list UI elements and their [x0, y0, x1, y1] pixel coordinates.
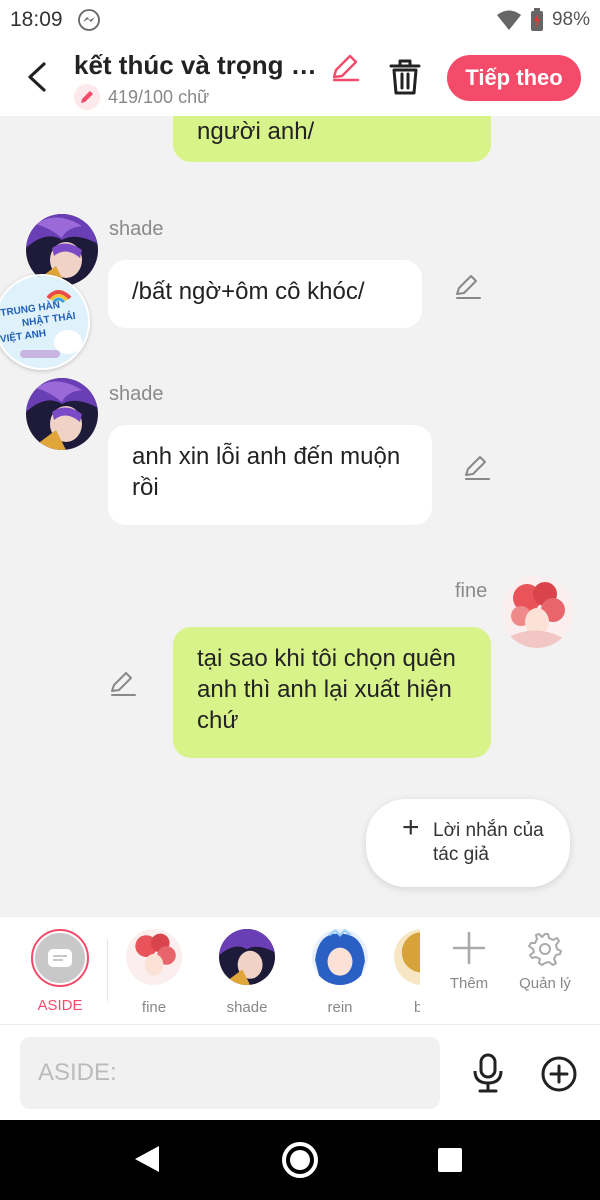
character-label: shade [226, 999, 268, 1016]
avatar-shade[interactable] [26, 378, 98, 450]
author-note-button[interactable]: + Lời nhắn của tác giả [366, 799, 570, 887]
word-count: 419/100 chữ [74, 84, 209, 110]
avatar-b [394, 929, 420, 985]
back-arrow-icon[interactable] [22, 60, 52, 94]
nav-recent-icon[interactable] [438, 1148, 462, 1172]
gear-icon [528, 933, 562, 966]
character-label: rein [327, 999, 353, 1016]
add-character-button[interactable]: Thêm [429, 931, 509, 992]
nav-home-icon[interactable] [280, 1140, 320, 1180]
message-bubble[interactable]: người anh/ [173, 116, 491, 162]
status-time: 18:09 [10, 8, 63, 31]
sender-name: shade [109, 218, 164, 240]
character-bar: ASIDE fine shade rein b Thêm Quản lý [0, 916, 600, 1024]
avatar-shade [219, 929, 275, 985]
character-b[interactable]: b [394, 929, 420, 1016]
message-text: người anh/ [197, 118, 315, 145]
message-text: anh xin lỗi anh đến muộn rồi [132, 443, 401, 501]
character-label: fine [141, 999, 167, 1016]
edit-icon[interactable] [454, 272, 482, 300]
navigation-bar [0, 1120, 600, 1200]
sender-name: shade [109, 383, 164, 405]
divider [107, 939, 108, 1001]
aside-icon [31, 929, 89, 987]
manage-button[interactable]: Quản lý [505, 931, 585, 992]
character-label: ASIDE [37, 997, 83, 1014]
message-input[interactable] [20, 1037, 440, 1109]
page-title[interactable]: kết thúc và trọng si… [74, 50, 326, 81]
avatar-fine[interactable] [501, 576, 573, 648]
edit-title-icon[interactable] [330, 52, 360, 82]
message-text: /bất ngờ+ôm cô khóc/ [132, 278, 365, 305]
input-area [0, 1024, 600, 1120]
messenger-icon [77, 9, 100, 31]
edit-icon[interactable] [463, 453, 491, 481]
message-text: tại sao khi tôi chọn quên anh thì anh lạ… [197, 645, 456, 734]
next-button[interactable]: Tiếp theo [447, 55, 581, 101]
status-bar: 18:09 98% [0, 0, 600, 40]
chat-area[interactable]: người anh/ shade TRUNG HÀN NHẬT THÁI VIỆ… [0, 116, 600, 916]
message-bubble[interactable]: anh xin lỗi anh đến muộn rồi [108, 425, 432, 525]
header: kết thúc và trọng si… 419/100 chữ Tiếp t… [0, 40, 600, 116]
character-shade[interactable]: shade [207, 929, 287, 1016]
edit-icon[interactable] [109, 669, 137, 697]
nav-back-icon[interactable] [133, 1144, 161, 1174]
avatar-rein [312, 929, 368, 985]
character-rein[interactable]: rein [300, 929, 380, 1016]
add-circle-icon[interactable] [540, 1055, 578, 1093]
message-bubble[interactable]: tại sao khi tôi chọn quên anh thì anh lạ… [173, 627, 491, 758]
plus-icon [452, 931, 486, 965]
wifi-icon [496, 10, 521, 30]
status-right: 98% [496, 8, 590, 32]
character-label: b [414, 999, 420, 1016]
author-note-label: Lời nhắn của tác giả [433, 820, 544, 865]
pencil-icon [74, 84, 100, 110]
manage-label: Quản lý [519, 975, 571, 992]
plus-icon: + [402, 811, 420, 844]
character-aside[interactable]: ASIDE [20, 929, 100, 1014]
battery-icon [530, 8, 543, 31]
microphone-icon[interactable] [470, 1053, 506, 1093]
message-bubble[interactable]: /bất ngờ+ôm cô khóc/ [108, 260, 422, 328]
battery-percent: 98% [551, 9, 590, 30]
word-count-text: 419/100 chữ [108, 86, 210, 107]
trash-icon[interactable] [388, 58, 422, 96]
sender-name: fine [455, 580, 488, 602]
avatar-fine [126, 929, 182, 985]
character-fine[interactable]: fine [114, 929, 194, 1016]
add-label: Thêm [449, 975, 489, 992]
